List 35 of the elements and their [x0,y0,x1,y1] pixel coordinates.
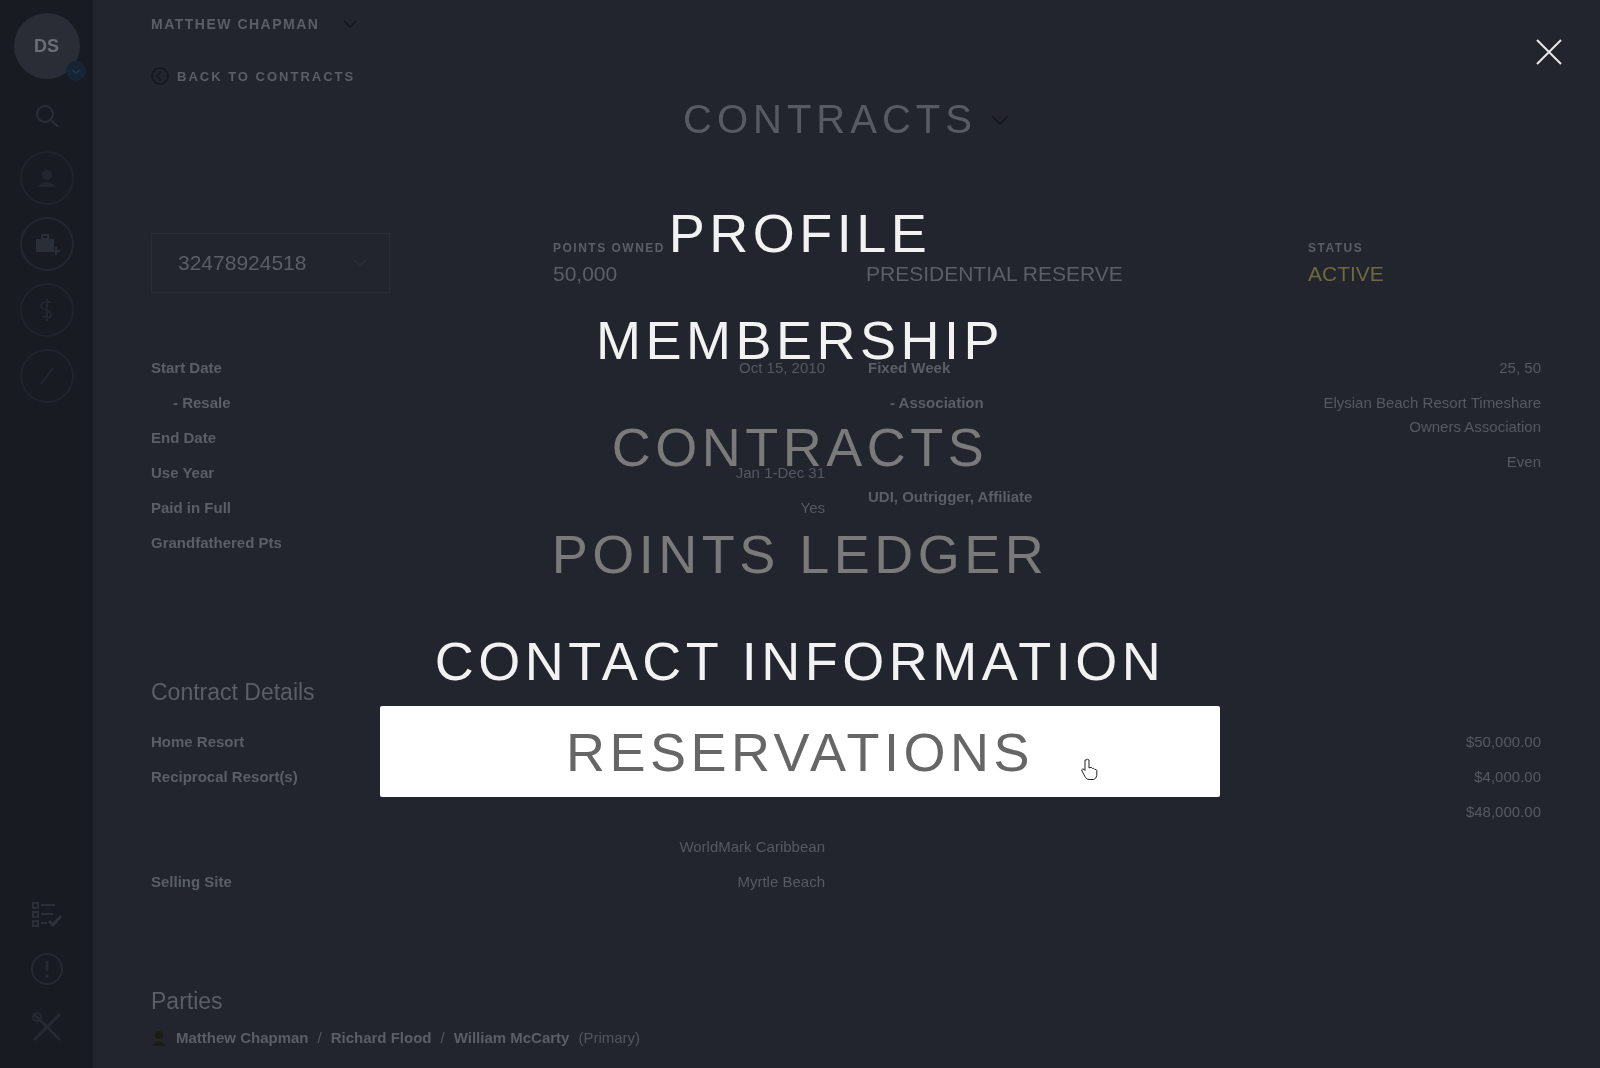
detail-label: Use Year [151,462,215,483]
detail-label: UDI, Outrigger, Affiliate [868,486,1033,507]
separator: / [317,1029,322,1046]
detail-label: - Resale [172,392,231,413]
user-avatar[interactable]: DS [13,13,80,79]
stat-label: STATUS [1308,241,1365,256]
menu-item[interactable]: CONTACT INFORMATION [434,640,1166,682]
detail-label: End Date [151,427,216,448]
menu-item[interactable]: MEMBERSHIP [595,319,1005,361]
menu-item[interactable]: PROFILE [668,212,932,254]
party-name[interactable]: Matthew Chapman [176,1029,309,1046]
detail-label: Grandfathered Pts [151,532,282,553]
detail-label: Selling Site [151,871,232,892]
stat-label: POINTS OWNED [553,241,666,256]
section-heading: Contract Details [151,679,315,706]
section-heading: Parties [151,988,223,1015]
close-icon[interactable] [1536,39,1562,65]
party-name[interactable]: Richard Flood [330,1029,432,1046]
stat-value: ACTIVE [1308,262,1385,286]
detail-label: - Association [889,392,984,413]
separator: / [440,1029,445,1046]
contract-select[interactable]: 32478924518 [151,233,390,293]
detail-label: Start Date [151,357,222,378]
back-link[interactable]: BACK TO CONTRACTS [177,68,356,84]
hand-cursor-icon [1080,758,1098,780]
detail-label: Home Resort [151,731,245,752]
party-name[interactable]: William McCarty [453,1029,570,1046]
menu-item[interactable]: RESERVATIONS [380,706,1220,797]
checklist-icon[interactable] [30,900,63,928]
detail-label: Reciprocal Resort(s) [151,766,298,787]
stat-value: 50,000 [553,262,619,286]
person-icon [151,1029,167,1046]
stat-value: PRESIDENTIAL RESERVE [866,262,1124,286]
detail-label: Paid in Full [151,497,231,518]
member-name[interactable]: MATTHEW CHAPMAN [151,16,320,32]
